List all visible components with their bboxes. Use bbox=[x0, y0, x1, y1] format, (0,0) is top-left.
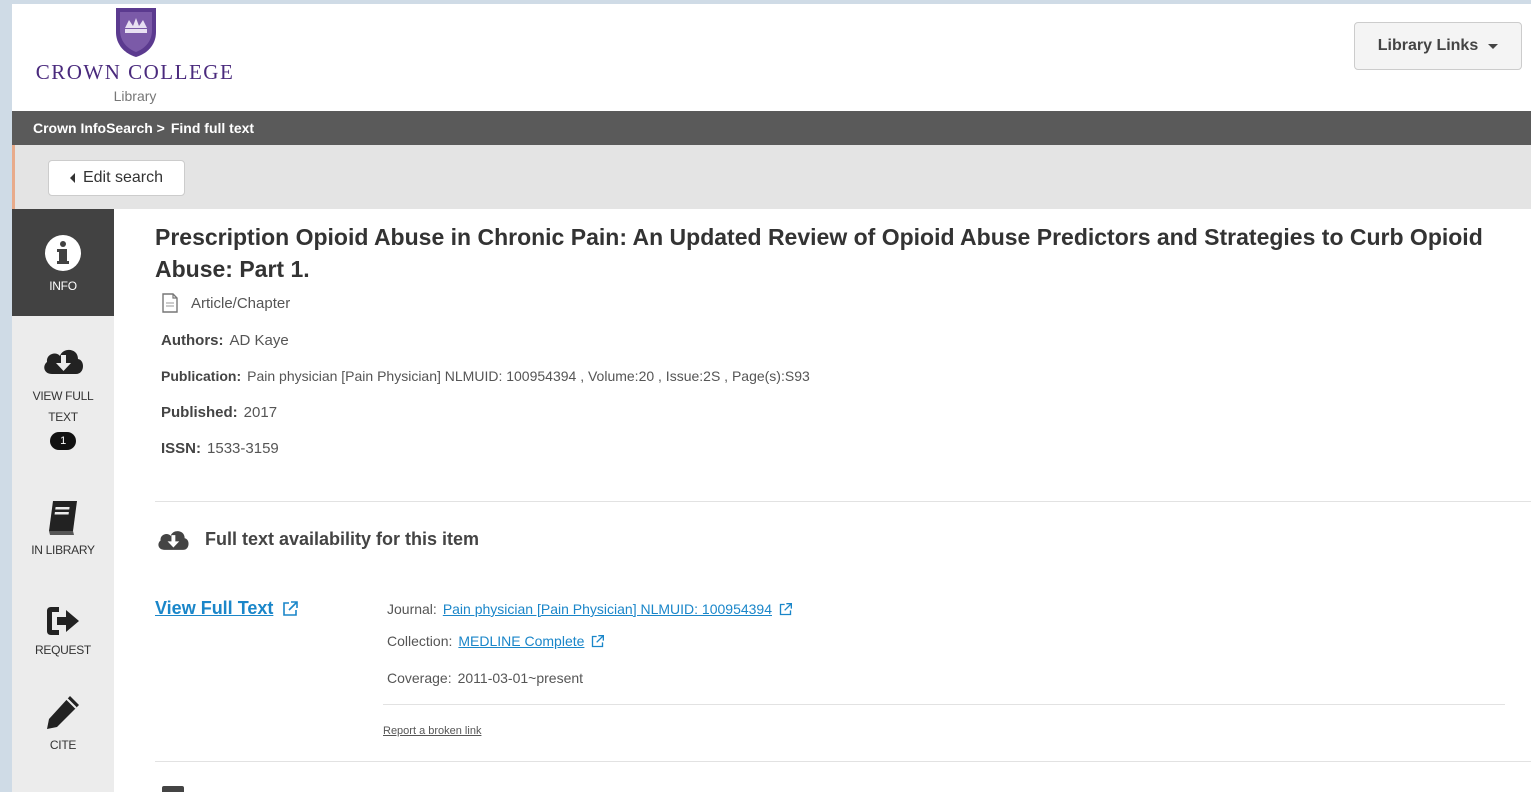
collection-row: Collection: MEDLINE Complete bbox=[387, 633, 605, 649]
cloud-download-icon bbox=[44, 349, 84, 374]
coverage-value: 2011-03-01~present bbox=[457, 670, 584, 686]
breadcrumb-current: Find full text bbox=[170, 120, 255, 136]
library-links-dropdown[interactable]: Library Links bbox=[1354, 22, 1522, 70]
availability-heading-text: Full text availability for this item bbox=[205, 528, 480, 549]
sidebar-item-cite[interactable]: CITE bbox=[12, 682, 114, 792]
view-full-text-label: View Full Text bbox=[155, 598, 274, 618]
record-type-label: Article/Chapter bbox=[191, 294, 291, 312]
journal-link[interactable]: Pain physician [Pain Physician] NLMUID: … bbox=[443, 601, 772, 617]
detail-divider bbox=[383, 704, 1505, 705]
record-type: Article/Chapter bbox=[161, 293, 290, 313]
external-link-icon bbox=[283, 600, 299, 616]
published-row: Published: 2017 bbox=[161, 404, 277, 421]
side-nav: INFO VIEW FULL TEXT 1 IN LIBRARY REQUEST… bbox=[12, 209, 114, 792]
published-label: Published: bbox=[161, 404, 238, 421]
journal-label: Journal: bbox=[387, 601, 437, 617]
page-header: CROWN COLLEGE Library Library Links bbox=[12, 4, 1531, 111]
sidebar-label-info: INFO bbox=[49, 279, 77, 293]
full-text-count-badge: 1 bbox=[50, 432, 76, 450]
authors-row: Authors: AD Kaye bbox=[161, 332, 289, 349]
issn-label: ISSN: bbox=[161, 440, 202, 457]
collection-label: Collection: bbox=[387, 633, 453, 649]
info-icon bbox=[45, 235, 81, 271]
coverage-row: Coverage: 2011-03-01~present bbox=[387, 670, 583, 686]
crown-shield-icon bbox=[116, 8, 156, 57]
record-detail: Prescription Opioid Abuse in Chronic Pai… bbox=[114, 209, 1531, 792]
sidebar-item-request[interactable]: REQUEST bbox=[12, 575, 114, 682]
sidebar-item-in-library[interactable]: IN LIBRARY bbox=[12, 463, 114, 575]
breadcrumb-home[interactable]: Crown InfoSearch > bbox=[33, 120, 165, 136]
report-broken-link[interactable]: Report a broken link bbox=[383, 725, 481, 737]
edit-search-button[interactable]: Edit search bbox=[48, 160, 185, 196]
cloud-download-icon bbox=[158, 531, 189, 550]
publication-value: Pain physician [Pain Physician] NLMUID: … bbox=[247, 368, 810, 384]
book-icon bbox=[49, 501, 77, 535]
section-divider bbox=[155, 501, 1531, 502]
sidebar-label-cite: CITE bbox=[49, 738, 77, 752]
college-subtitle: Library bbox=[113, 88, 157, 104]
caret-down-icon bbox=[1488, 43, 1499, 49]
sign-out-icon bbox=[47, 607, 79, 635]
issn-value: 1533-3159 bbox=[207, 440, 279, 457]
availability-heading: Full text availability for this item bbox=[155, 525, 479, 553]
edit-search-label: Edit search bbox=[82, 169, 164, 186]
sidebar-label-text: TEXT bbox=[48, 410, 78, 424]
caret-left-icon bbox=[69, 173, 75, 183]
edit-search-bar: Edit search bbox=[12, 145, 1531, 209]
sidebar-label-in-library: IN LIBRARY bbox=[31, 543, 95, 557]
external-link-icon[interactable] bbox=[590, 634, 605, 649]
browser-viewport: CROWN COLLEGE Library Library Links Crow… bbox=[12, 4, 1531, 792]
authors-value: AD Kaye bbox=[229, 332, 289, 349]
publication-row: Publication: Pain physician [Pain Physici… bbox=[161, 368, 810, 384]
issn-row: ISSN: 1533-3159 bbox=[161, 440, 279, 457]
authors-label: Authors: bbox=[161, 332, 224, 349]
college-name: CROWN COLLEGE bbox=[35, 60, 235, 84]
sidebar-label-view-full: VIEW FULL bbox=[32, 389, 94, 403]
pencil-icon bbox=[47, 696, 79, 729]
document-icon bbox=[162, 293, 178, 313]
crown-college-logo[interactable]: CROWN COLLEGE Library bbox=[20, 4, 250, 110]
sidebar-item-view-full-text[interactable]: VIEW FULL TEXT 1 bbox=[12, 316, 114, 463]
external-link-icon[interactable] bbox=[778, 602, 793, 617]
library-links-label: Library Links bbox=[1377, 37, 1479, 54]
publication-label: Publication: bbox=[161, 368, 242, 384]
collection-link[interactable]: MEDLINE Complete bbox=[458, 633, 584, 649]
published-value: 2017 bbox=[243, 404, 278, 421]
record-title: Prescription Opioid Abuse in Chronic Pai… bbox=[155, 224, 1483, 282]
sidebar-label-request: REQUEST bbox=[35, 643, 91, 657]
book-icon bbox=[162, 786, 184, 792]
section-divider bbox=[155, 761, 1531, 762]
sidebar-item-info[interactable]: INFO bbox=[12, 209, 114, 316]
journal-row: Journal: Pain physician [Pain Physician]… bbox=[387, 601, 793, 617]
breadcrumb: Crown InfoSearch > Find full text bbox=[12, 111, 1531, 145]
coverage-label: Coverage: bbox=[387, 670, 452, 686]
view-full-text-link[interactable]: View Full Text bbox=[155, 598, 299, 619]
